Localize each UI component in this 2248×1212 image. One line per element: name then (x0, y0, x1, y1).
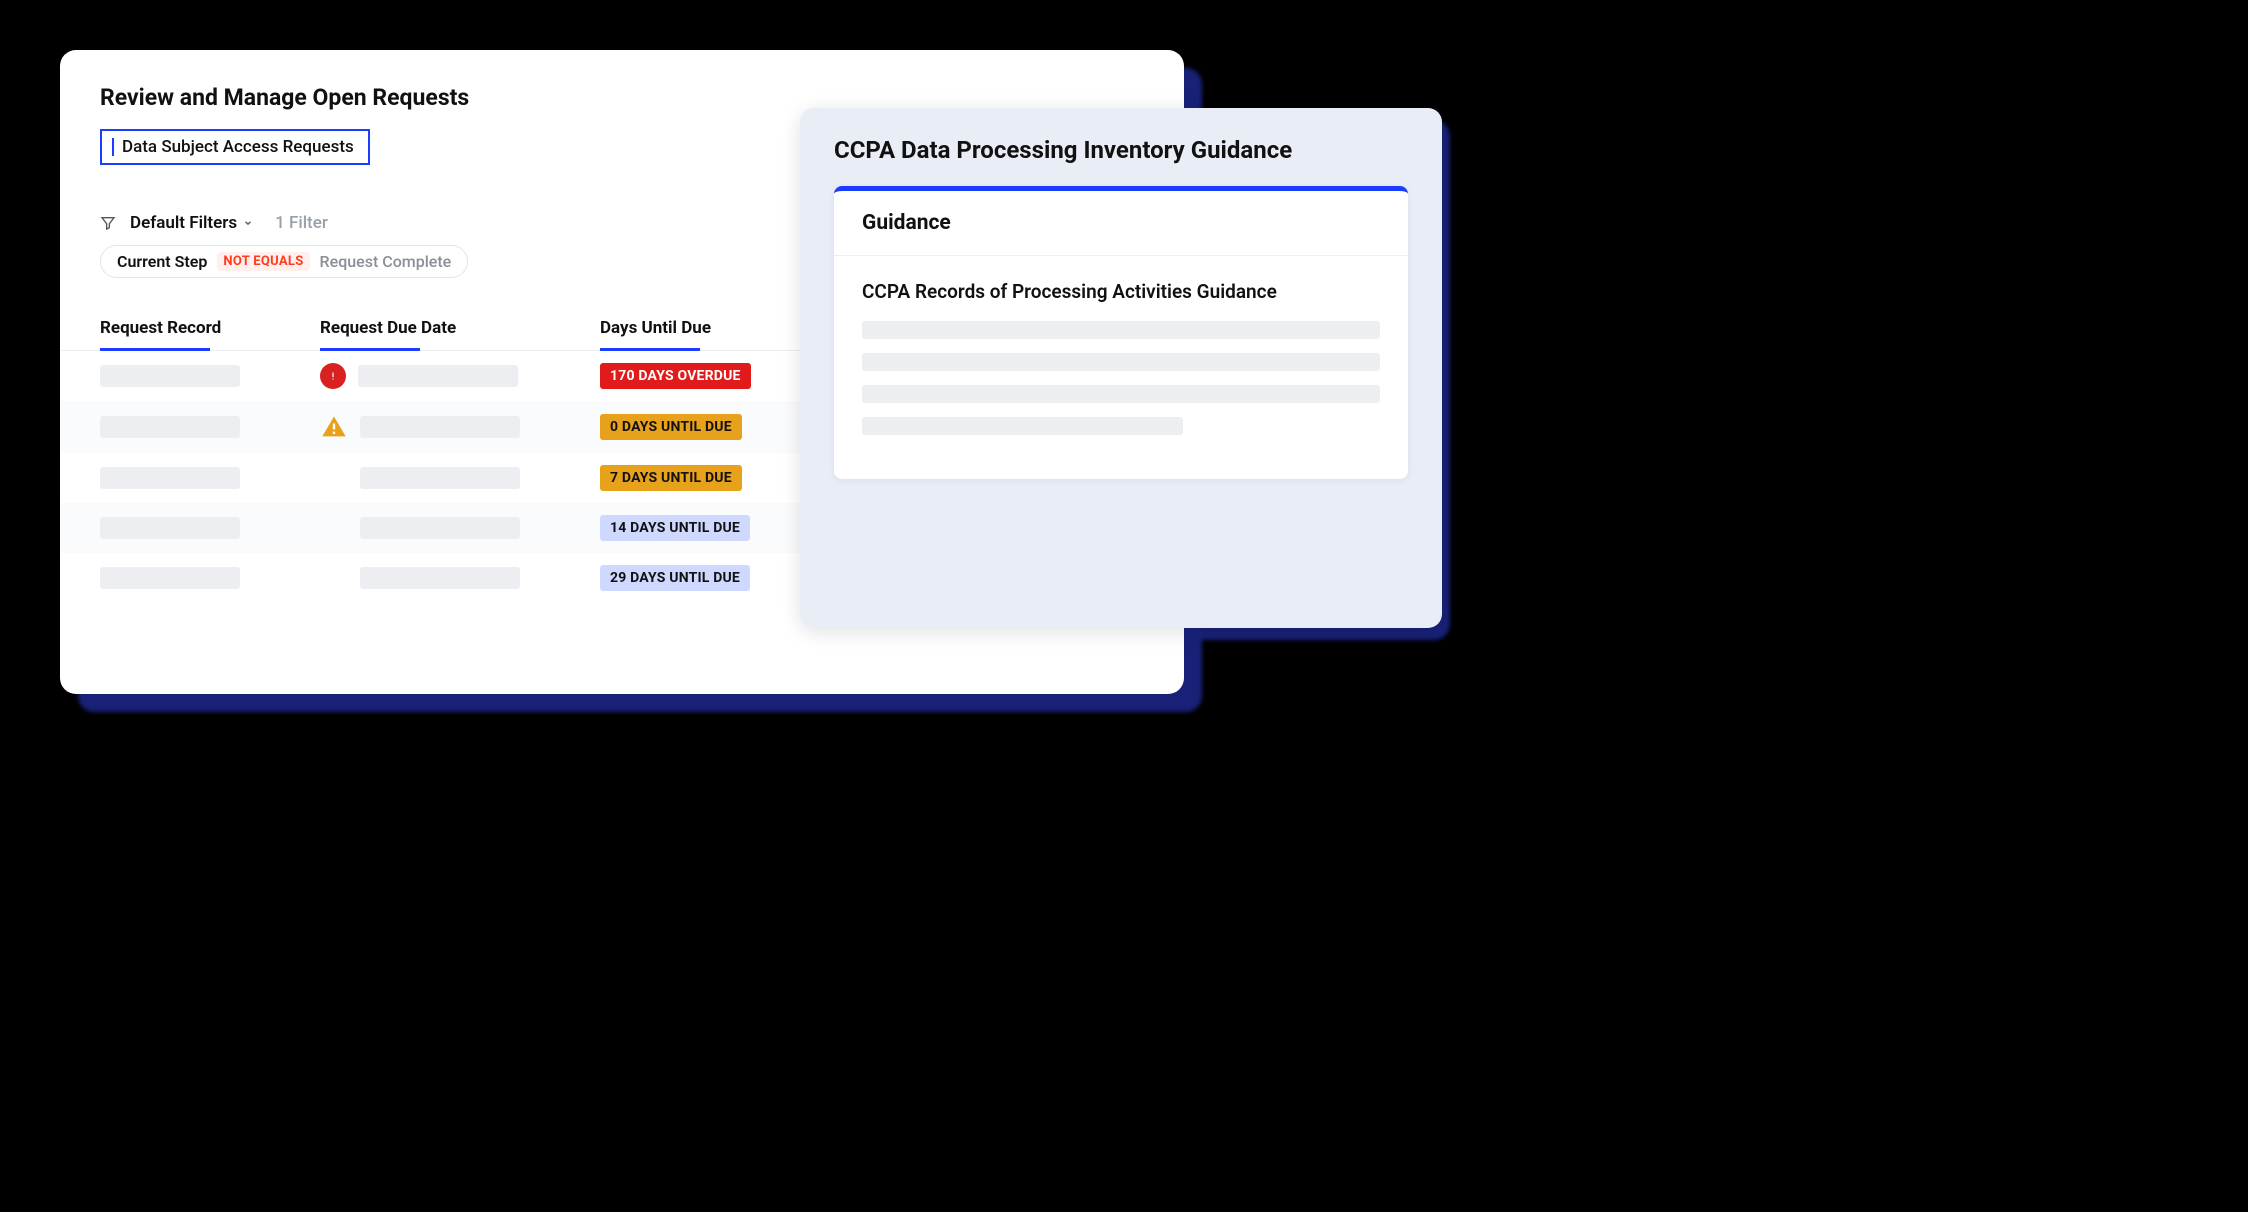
filters-count: 1 Filter (275, 213, 328, 233)
col-header-record[interactable]: Request Record (100, 318, 320, 350)
status-badge: 14 DAYS UNTIL DUE (600, 515, 750, 541)
guidance-panel: CCPA Data Processing Inventory Guidance … (800, 108, 1442, 628)
placeholder (100, 365, 240, 387)
status-badge: 7 DAYS UNTIL DUE (600, 465, 742, 491)
filter-pill-operator: NOT EQUALS (217, 252, 309, 271)
placeholder (862, 417, 1183, 435)
placeholder (360, 467, 520, 489)
chevron-down-icon (243, 218, 253, 228)
filters-label-text: Default Filters (130, 213, 237, 233)
placeholder (862, 353, 1380, 371)
placeholder (360, 567, 520, 589)
guidance-title: CCPA Data Processing Inventory Guidance (834, 136, 1408, 164)
col-header-due[interactable]: Request Due Date (320, 318, 600, 350)
guidance-card: Guidance CCPA Records of Processing Acti… (834, 186, 1408, 479)
tab-dsar[interactable]: Data Subject Access Requests (100, 129, 370, 165)
placeholder (100, 416, 240, 438)
filter-pill-field: Current Step (117, 252, 207, 271)
placeholder (862, 321, 1380, 339)
funnel-icon (100, 215, 116, 231)
alert-circle-icon (320, 363, 346, 389)
guidance-subtitle: CCPA Records of Processing Activities Gu… (862, 280, 1380, 303)
filters-dropdown[interactable]: Default Filters (130, 213, 253, 233)
filter-pill[interactable]: Current Step NOT EQUALS Request Complete (100, 245, 468, 278)
status-badge: 0 DAYS UNTIL DUE (600, 414, 742, 440)
placeholder (100, 467, 240, 489)
placeholder (862, 385, 1380, 403)
col-header-days[interactable]: Days Until Due (600, 318, 830, 350)
placeholder (100, 567, 240, 589)
placeholder (100, 517, 240, 539)
guidance-section-head: Guidance (834, 191, 1408, 256)
text-cursor-icon (112, 138, 114, 156)
placeholder (360, 517, 520, 539)
status-badge: 170 DAYS OVERDUE (600, 363, 751, 389)
placeholder (358, 365, 518, 387)
alert-triangle-icon (320, 413, 348, 441)
tab-label: Data Subject Access Requests (122, 137, 354, 157)
placeholder (360, 416, 520, 438)
filter-pill-value: Request Complete (320, 252, 452, 271)
status-badge: 29 DAYS UNTIL DUE (600, 565, 750, 591)
